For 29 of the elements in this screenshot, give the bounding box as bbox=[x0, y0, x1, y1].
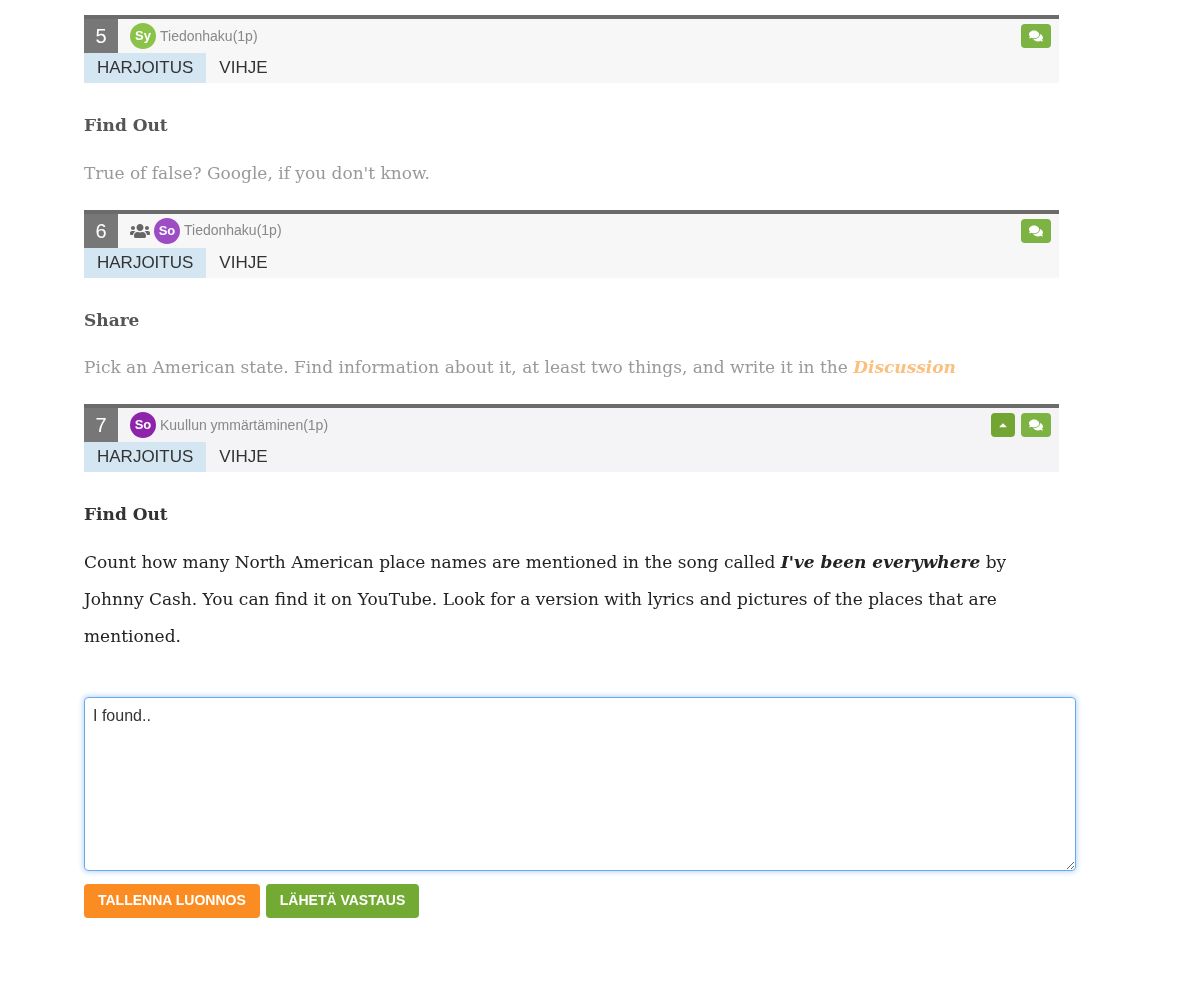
task-title: Find Out bbox=[84, 114, 169, 137]
speech-bubbles-icon bbox=[1029, 223, 1043, 238]
task-category: Tiedonhaku(1p) bbox=[160, 26, 258, 46]
collapse-button[interactable] bbox=[991, 413, 1015, 437]
tab[interactable]: HARJOITUS bbox=[84, 53, 207, 83]
task-title: Find Out bbox=[84, 503, 169, 526]
tab[interactable]: HARJOITUS bbox=[84, 442, 207, 472]
avatar: So bbox=[130, 412, 156, 438]
tab[interactable]: HARJOITUS bbox=[84, 247, 207, 278]
tab[interactable]: VIHJE bbox=[206, 53, 281, 83]
tab[interactable]: VIHJE bbox=[206, 247, 281, 278]
comments-button[interactable] bbox=[1021, 24, 1051, 48]
comments-button[interactable] bbox=[1021, 218, 1051, 243]
tab[interactable]: VIHJE bbox=[206, 442, 281, 472]
speech-bubbles-icon bbox=[1029, 418, 1043, 432]
comments-button[interactable] bbox=[1021, 413, 1051, 437]
speech-bubbles-icon bbox=[1029, 29, 1043, 43]
task-category: Kuullun ymmärtäminen(1p) bbox=[160, 415, 329, 435]
task-text: Count how many North American place names are mentioned in the song called I've been everywhere by Johnny Cash. You can find it on YouTube. Look for a version with lyrics and pictures of the places that are mentioned. bbox=[84, 550, 1008, 648]
avatar: So bbox=[154, 217, 180, 244]
answer-field[interactable]: I found.. bbox=[84, 696, 1076, 871]
task-text: Pick an American state. Find information about it, at least two things, and write it in the Discussion bbox=[84, 356, 957, 379]
task-number: 6 bbox=[84, 213, 118, 248]
task-title: Share bbox=[84, 308, 141, 332]
task-category: Tiedonhaku(1p) bbox=[184, 221, 282, 240]
task-text: True of false? Google, if you don't know. bbox=[84, 161, 431, 185]
task-number: 7 bbox=[84, 408, 118, 442]
task-number: 5 bbox=[84, 19, 118, 53]
avatar: Sy bbox=[130, 23, 156, 49]
